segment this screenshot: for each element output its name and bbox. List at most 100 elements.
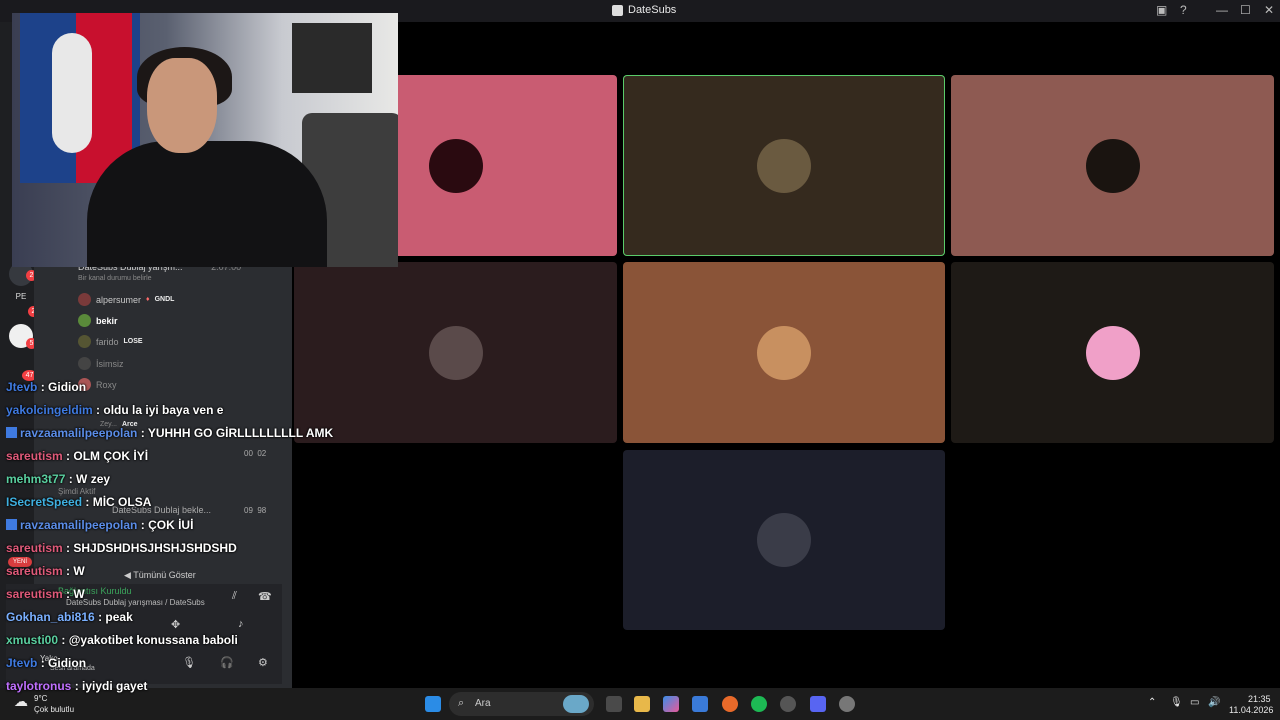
- chat-badge-icon: [6, 519, 17, 530]
- disconnect-icon[interactable]: ☎: [258, 590, 272, 603]
- clock-date[interactable]: 11.04.2026: [1229, 705, 1273, 715]
- participant-avatar: [428, 325, 483, 380]
- discord-icon[interactable]: [810, 696, 826, 712]
- store-icon[interactable]: [692, 696, 708, 712]
- voice-member[interactable]: alpersumer ♦ GNDL: [78, 293, 174, 306]
- chat-text: : oldu la iyi baya ven e: [96, 403, 224, 417]
- search-highlight-icon: [563, 695, 589, 713]
- tray-mic-icon[interactable]: 🎙: [1170, 697, 1183, 708]
- chat-username[interactable]: ravzaamalilpeepolan: [20, 518, 137, 532]
- app-title: DateSubs: [612, 4, 676, 16]
- avatar: [78, 335, 91, 348]
- chat-message: mehm3t77 : W zey: [6, 472, 110, 486]
- chat-message: Gokhan_abi816 : peak: [6, 610, 133, 624]
- chat-text: : OLM ÇOK İYİ: [66, 449, 149, 463]
- voice-member[interactable]: bekir: [78, 314, 118, 327]
- file-explorer-icon[interactable]: [634, 696, 650, 712]
- network-icon[interactable]: ▭: [1190, 697, 1199, 708]
- chat-text: : Gidion: [40, 656, 87, 670]
- chat-message: sareutism : SHJDSHDHSJHSHJSHDSHD: [6, 541, 237, 555]
- chat-username[interactable]: Jtevb: [6, 380, 37, 394]
- streamer-face: [147, 58, 217, 153]
- minimize-button[interactable]: —: [1216, 3, 1228, 17]
- chat-username[interactable]: sareutism: [6, 587, 63, 601]
- chat-badge-icon: [6, 427, 17, 438]
- spotify-icon[interactable]: [751, 696, 767, 712]
- chat-message: sareutism : W: [6, 564, 85, 578]
- app-icon[interactable]: [780, 696, 796, 712]
- weather-icon[interactable]: ☁: [14, 693, 28, 710]
- chat-username[interactable]: taylotronus: [6, 679, 71, 693]
- member-name: İsimsiz: [96, 358, 124, 369]
- member-count: 00 02: [244, 449, 267, 458]
- task-view-icon[interactable]: [606, 696, 622, 712]
- participant-tile[interactable]: [951, 75, 1274, 256]
- chat-username[interactable]: sareutism: [6, 564, 63, 578]
- clock-time[interactable]: 21:35: [1248, 694, 1271, 704]
- settings-gear-icon[interactable]: ⚙: [258, 656, 268, 669]
- chat-username[interactable]: sareutism: [6, 449, 63, 463]
- chat-username[interactable]: ISecretSpeed: [6, 495, 82, 509]
- member-tag: GNDL: [154, 296, 175, 303]
- activities-icon[interactable]: ✥: [171, 618, 180, 631]
- participant-avatar: [757, 138, 811, 193]
- channel-status-hint[interactable]: Bir kanal durumu belirle: [78, 275, 152, 282]
- voice-member[interactable]: İsimsiz: [78, 357, 124, 370]
- participant-tile[interactable]: [294, 262, 617, 443]
- microphone-icon[interactable]: 🎙: [182, 656, 196, 669]
- firefox-icon[interactable]: [722, 696, 738, 712]
- chat-text: : W: [66, 564, 85, 578]
- participant-tile[interactable]: [623, 75, 945, 256]
- member-name: alpersumer: [96, 294, 142, 305]
- noise-suppress-icon[interactable]: ⫽: [232, 590, 237, 603]
- close-button[interactable]: ✕: [1264, 3, 1274, 17]
- chat-message: Jtevb : Gidion: [6, 656, 86, 670]
- member-name: farido: [96, 336, 119, 347]
- chat-username[interactable]: mehm3t77: [6, 472, 65, 486]
- search-icon: ⌕: [458, 697, 465, 709]
- chat-text: : @yakotibet konussana baboli: [61, 633, 238, 647]
- copilot-icon[interactable]: [663, 696, 679, 712]
- chat-message: ravzaamalilpeepolan : ÇOK İUİ: [6, 518, 193, 532]
- member-name: Roxy: [96, 379, 117, 390]
- headphones-icon[interactable]: 🎧: [220, 656, 234, 669]
- search-box[interactable]: ⌕ Ara: [449, 692, 594, 716]
- participant-tile[interactable]: [951, 262, 1274, 443]
- window-title: DateSubs: [628, 4, 677, 16]
- speaker-icon: ◀: [124, 570, 131, 580]
- chat-username[interactable]: Jtevb: [6, 656, 37, 670]
- chat-username[interactable]: xmusti00: [6, 633, 58, 647]
- chat-username[interactable]: yakolcingeldim: [6, 403, 93, 417]
- settings-icon[interactable]: [839, 696, 855, 712]
- show-all-button[interactable]: ◀ Tümünü Göster: [124, 570, 196, 581]
- chat-text: : peak: [98, 610, 133, 624]
- fire-icon: ♦: [146, 296, 150, 303]
- server-label-pe[interactable]: PE: [9, 284, 33, 308]
- participant-tile[interactable]: [623, 262, 945, 443]
- chat-message: sareutism : OLM ÇOK İYİ: [6, 449, 148, 463]
- start-button-icon[interactable]: [425, 696, 441, 712]
- nba-logo: [52, 33, 92, 153]
- participant-tile[interactable]: [623, 450, 945, 630]
- screen-share-icon[interactable]: ▣: [1156, 3, 1167, 17]
- chat-username[interactable]: sareutism: [6, 541, 63, 555]
- chat-text: : YUHHH GO GİRLLLLLLLLL AMK: [140, 426, 334, 440]
- chat-text: : W: [66, 587, 85, 601]
- chat-username[interactable]: Gokhan_abi816: [6, 610, 95, 624]
- search-placeholder: Ara: [475, 698, 491, 709]
- streamer-body: [87, 141, 327, 267]
- chat-message: yakolcingeldim : oldu la iyi baya ven e: [6, 403, 223, 417]
- voice-path: DateSubs Dublaj yarışması / DateSubs: [66, 598, 205, 607]
- maximize-button[interactable]: ☐: [1240, 3, 1251, 17]
- voice-member[interactable]: farido LOSE: [78, 335, 143, 348]
- help-icon[interactable]: ?: [1180, 3, 1187, 17]
- taskbar: ☁ 9°C Çok bulutlu ⌕ Ara ⌃ 🎙 ▭ 🔊 21:35 11…: [0, 688, 1280, 720]
- volume-icon[interactable]: 🔊: [1208, 697, 1220, 708]
- weather-desc: Çok bulutlu: [34, 705, 75, 714]
- chat-username[interactable]: ravzaamalilpeepolan: [20, 426, 137, 440]
- avatar: [78, 293, 91, 306]
- tray-expand-icon[interactable]: ⌃: [1148, 697, 1156, 708]
- participant-avatar: [757, 513, 811, 567]
- chat-text: : ÇOK İUİ: [140, 518, 194, 532]
- soundboard-icon[interactable]: ♪: [238, 618, 244, 630]
